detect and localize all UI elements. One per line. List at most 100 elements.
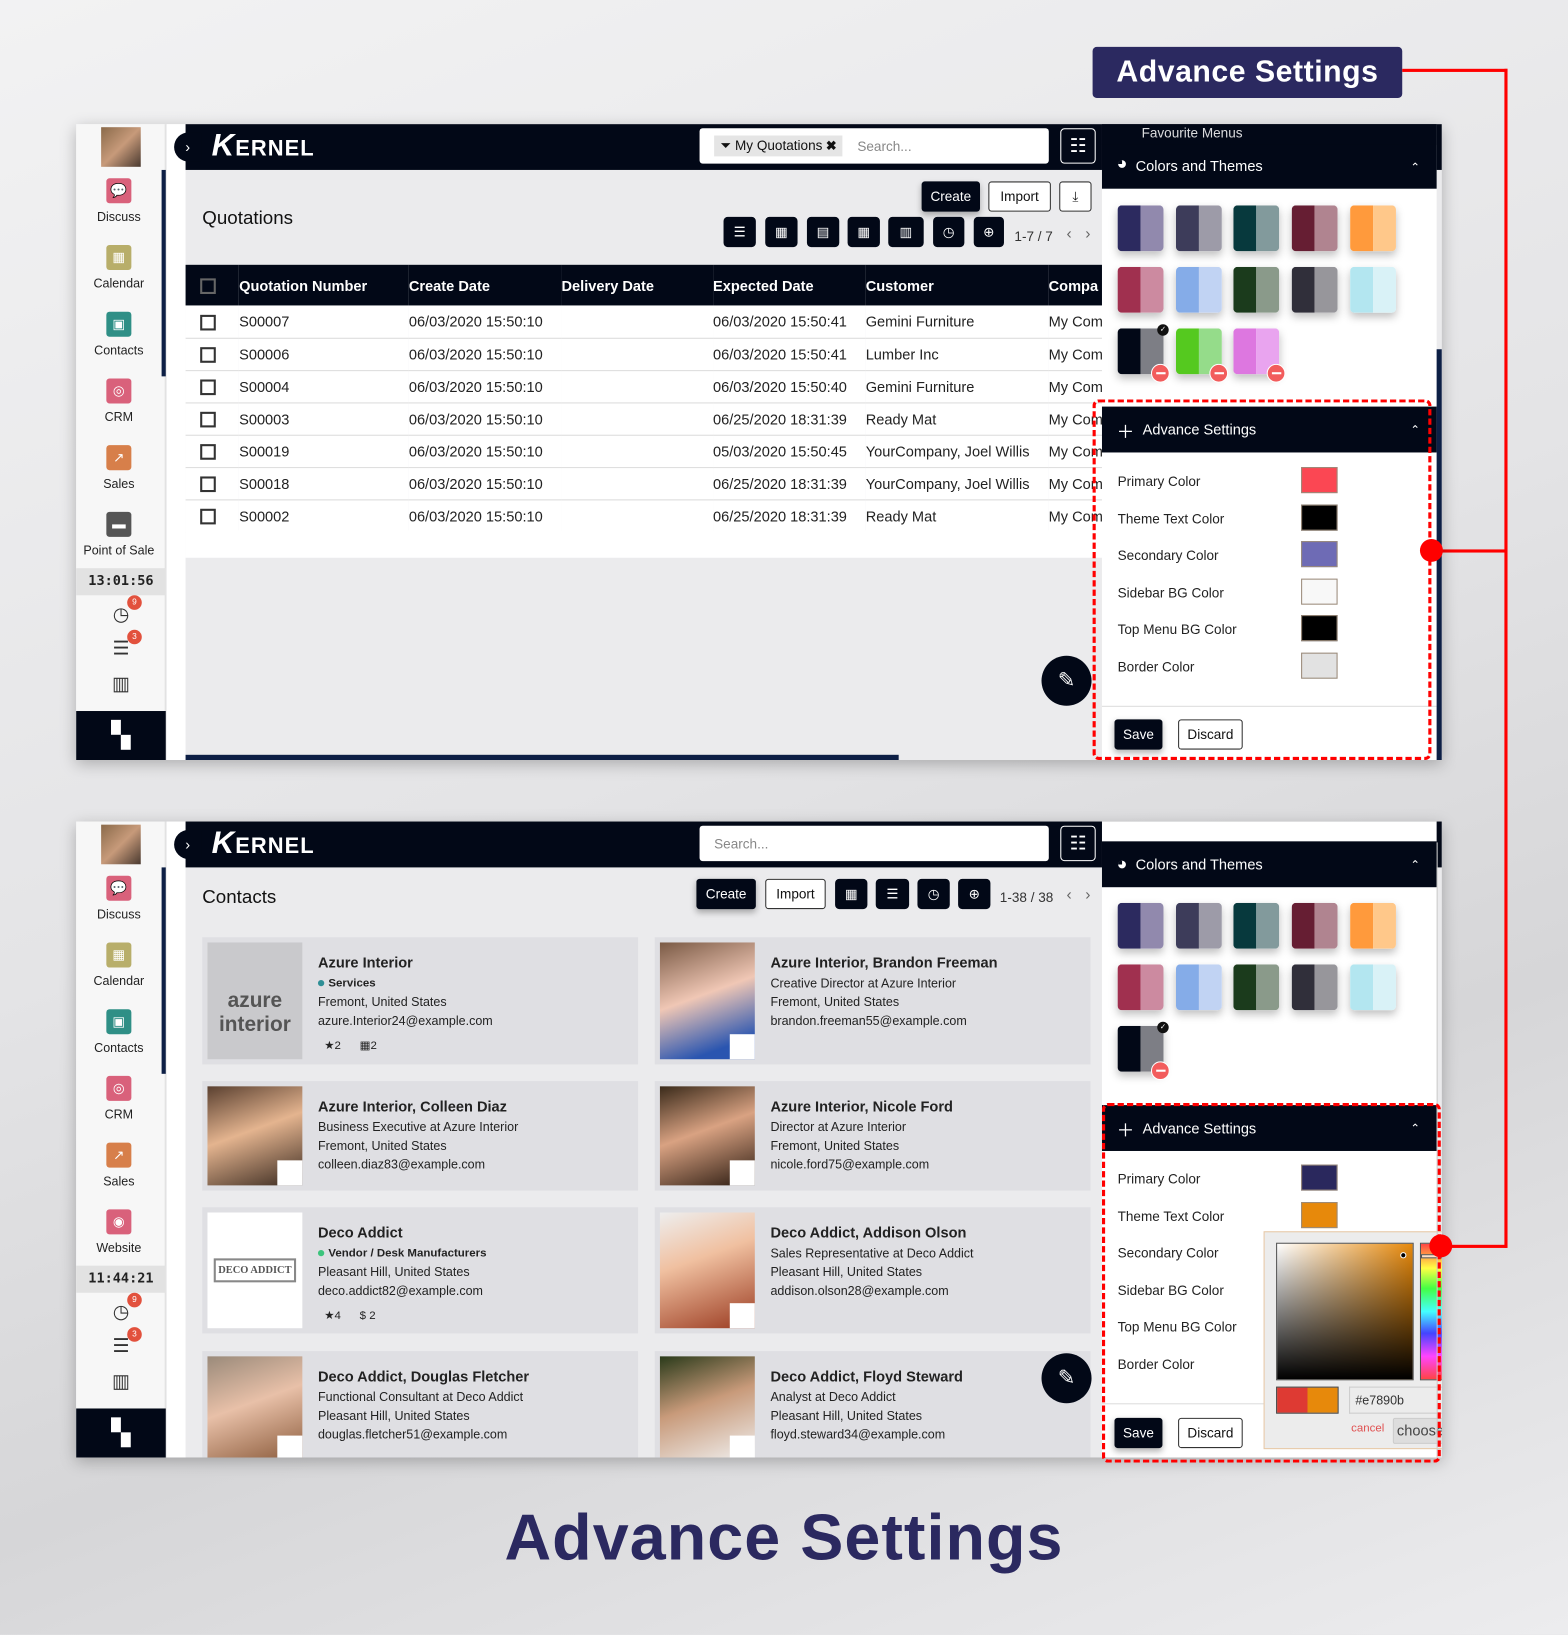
row-checkbox-cell[interactable]	[185, 305, 240, 339]
zoom-button[interactable]: ⊕	[958, 878, 991, 910]
messages-icon[interactable]: ☰ 3	[108, 629, 142, 663]
activity-clock-icon[interactable]: ◷ 9	[108, 1292, 142, 1326]
contact-card[interactable]: Deco Addict, Floyd Steward Analyst at Dec…	[654, 1351, 1091, 1458]
checkbox[interactable]	[200, 444, 216, 460]
theme-swatch[interactable]	[1117, 266, 1164, 313]
checkbox[interactable]	[200, 347, 216, 363]
meta-badge[interactable]: ★2	[324, 1039, 341, 1052]
filter-facet[interactable]: ⏷ My Quotations ✖	[714, 135, 843, 157]
company-building-icon[interactable]: ▥	[108, 673, 133, 698]
row-checkbox-cell[interactable]	[185, 370, 240, 403]
company-building-icon[interactable]: ▥	[108, 1371, 133, 1396]
contact-card[interactable]: Deco Addict, Addison Olson Sales Represen…	[654, 1207, 1091, 1334]
remove-theme-icon[interactable]	[1267, 363, 1286, 383]
create-button[interactable]: Create	[921, 181, 980, 212]
create-button[interactable]: Create	[696, 878, 756, 910]
remove-theme-icon[interactable]	[1150, 1061, 1170, 1081]
theme-swatch[interactable]	[1175, 902, 1222, 949]
kanban-view-button[interactable]: ▦	[765, 216, 798, 248]
sidebar-item-discuss[interactable]: 💬 Discuss	[76, 178, 161, 224]
theme-swatch[interactable]	[1117, 205, 1164, 252]
checkbox[interactable]	[200, 411, 216, 428]
theme-swatch[interactable]	[1349, 964, 1396, 1011]
quick-note-button[interactable]: ✎	[1041, 1353, 1092, 1404]
checkbox[interactable]	[200, 379, 216, 396]
user-avatar[interactable]	[101, 824, 141, 865]
pager-next-button[interactable]: ›	[1085, 886, 1090, 904]
contact-name[interactable]: Deco Addict, Floyd Steward	[770, 1367, 962, 1386]
sidebar-item-sales[interactable]: ↗ Sales	[76, 1142, 161, 1189]
calendar-view-button[interactable]: ▤	[806, 216, 840, 248]
contact-name[interactable]: Azure Interior	[318, 953, 493, 972]
user-avatar[interactable]	[101, 127, 141, 167]
graph-view-button[interactable]: ▥	[888, 216, 924, 248]
activity-view-button[interactable]: ◷	[917, 878, 950, 910]
row-checkbox-cell[interactable]	[185, 402, 240, 436]
contact-card[interactable]: Azure Interior, Nicole Ford Director at A…	[654, 1081, 1091, 1191]
sidebar-item-website[interactable]: ◉ Website	[76, 1209, 161, 1255]
activity-view-button[interactable]: ◷	[933, 216, 965, 248]
sidebar-scrollbar[interactable]	[161, 169, 166, 377]
theme-settings-button[interactable]: ☷	[1060, 128, 1096, 164]
horizontal-scrollbar[interactable]	[185, 754, 899, 761]
pager-prev-button[interactable]: ‹	[1067, 886, 1072, 904]
theme-swatch[interactable]	[1291, 205, 1338, 252]
theme-swatch[interactable]	[1349, 902, 1396, 949]
theme-swatch[interactable]	[1291, 902, 1338, 949]
theme-swatch[interactable]	[1349, 205, 1396, 252]
theme-swatch[interactable]	[1233, 902, 1280, 949]
checkbox[interactable]	[200, 508, 216, 525]
row-checkbox-cell[interactable]	[185, 337, 240, 371]
contact-card[interactable]: Deco Addict, Douglas Fletcher Functional …	[202, 1351, 639, 1458]
contact-name[interactable]: Azure Interior, Nicole Ford	[770, 1097, 952, 1116]
contact-name[interactable]: Azure Interior, Colleen Diaz	[318, 1097, 518, 1116]
sidebar-item-contacts[interactable]: ▣ Contacts	[76, 311, 161, 358]
table-row[interactable]: S00007 06/03/2020 15:50:10 06/03/2020 15:5…	[185, 305, 1104, 339]
column-header[interactable]: Expected Date	[713, 264, 866, 306]
contact-name[interactable]: Deco Addict	[318, 1223, 486, 1242]
theme-swatch[interactable]	[1117, 902, 1164, 949]
checkbox[interactable]	[200, 476, 216, 492]
sidebar-scrollbar[interactable]	[161, 867, 166, 1074]
theme-swatch[interactable]	[1349, 266, 1396, 313]
table-row[interactable]: S00003 06/03/2020 15:50:10 06/25/2020 18:3…	[185, 402, 1104, 436]
chevron-up-icon[interactable]: ⌃	[1410, 857, 1420, 872]
remove-theme-icon[interactable]	[1150, 363, 1170, 383]
column-header[interactable]: Create Date	[408, 264, 562, 306]
chevron-up-icon[interactable]: ⌃	[1410, 161, 1420, 175]
theme-swatch[interactable]	[1175, 205, 1222, 252]
table-row[interactable]: S00006 06/03/2020 15:50:10 06/03/2020 15:5…	[185, 337, 1104, 371]
kanban-view-button[interactable]: ▦	[835, 878, 868, 910]
import-button[interactable]: Import	[988, 181, 1051, 212]
row-checkbox-cell[interactable]	[185, 467, 240, 500]
pager-prev-button[interactable]: ‹	[1067, 225, 1072, 243]
meta-badge[interactable]: ▦2	[360, 1039, 377, 1052]
sidebar-item-contacts[interactable]: ▣ Contacts	[76, 1009, 161, 1055]
table-row[interactable]: S00019 06/03/2020 15:50:10 05/03/2020 15:5…	[185, 434, 1104, 468]
contact-name[interactable]: Azure Interior, Brandon Freeman	[770, 953, 997, 972]
contact-name[interactable]: Deco Addict, Addison Olson	[770, 1223, 973, 1242]
column-header[interactable]: Delivery Date	[561, 264, 714, 306]
apps-grid-button[interactable]: ▚	[76, 1408, 166, 1458]
sidebar-toggle-button[interactable]: ›	[174, 132, 202, 162]
checkbox[interactable]	[200, 314, 216, 331]
column-header[interactable]: Compa	[1048, 264, 1104, 306]
sidebar-item-sales[interactable]: ↗ Sales	[76, 445, 161, 491]
checkbox[interactable]	[200, 278, 216, 294]
zoom-button[interactable]: ⊕	[973, 216, 1004, 248]
table-row[interactable]: S00002 06/03/2020 15:50:10 06/25/2020 18:3…	[185, 499, 1104, 533]
sidebar-item-crm[interactable]: ◎ CRM	[76, 378, 161, 424]
column-header[interactable]: Quotation Number	[239, 264, 409, 306]
contact-card[interactable]: azure interior Azure Interior Services Frem…	[202, 937, 639, 1065]
contact-card[interactable]: DECO ADDICT Deco Addict Vendor / Desk Manu…	[202, 1207, 639, 1334]
table-row[interactable]: S00004 06/03/2020 15:50:10 06/03/2020 15:5…	[185, 370, 1104, 403]
remove-theme-icon[interactable]	[1209, 363, 1228, 383]
search-input[interactable]: Search...	[699, 825, 1049, 862]
theme-swatch[interactable]	[1175, 964, 1222, 1011]
meta-badge[interactable]: $ 2	[360, 1309, 376, 1322]
sidebar-item-calendar[interactable]: ▦ Calendar	[76, 244, 161, 291]
meta-badge[interactable]: ★4	[324, 1309, 341, 1322]
row-checkbox-cell[interactable]	[185, 434, 240, 468]
favourite-menus-item[interactable]: Favourite Menus	[1101, 124, 1437, 145]
search-input[interactable]: ⏷ My Quotations ✖ Search...	[699, 128, 1049, 164]
